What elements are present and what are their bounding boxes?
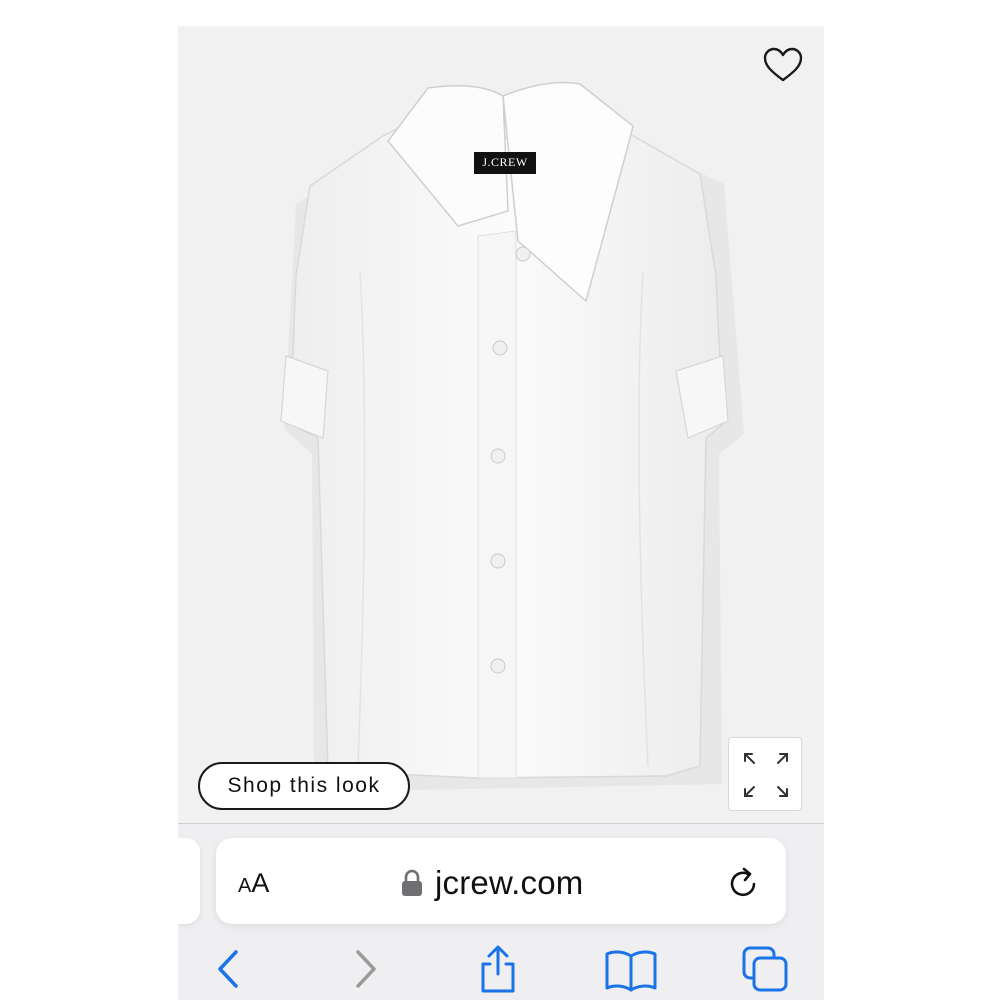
address-bar[interactable]: AA jcrew.com bbox=[216, 838, 786, 924]
phone-screen: J.CREW Shop this look AA jcrew.com bbox=[178, 26, 824, 1000]
brand-label: J.CREW bbox=[482, 155, 528, 169]
url-text: jcrew.com bbox=[435, 864, 584, 901]
expand-arrows-icon bbox=[744, 753, 788, 797]
heart-outline-icon[interactable] bbox=[762, 46, 804, 84]
book-icon[interactable] bbox=[603, 944, 659, 994]
lock-icon bbox=[402, 869, 422, 896]
shop-this-look-button[interactable]: Shop this look bbox=[198, 762, 410, 810]
url-display[interactable]: jcrew.com bbox=[401, 864, 584, 902]
shirt-illustration bbox=[280, 81, 744, 792]
tabs-icon[interactable] bbox=[738, 944, 794, 994]
browser-toolbar: AA jcrew.com bbox=[178, 824, 824, 1000]
product-image[interactable]: J.CREW bbox=[178, 26, 824, 824]
expand-image-button[interactable] bbox=[728, 737, 802, 811]
chevron-left-icon[interactable] bbox=[200, 944, 256, 994]
text-size-button[interactable]: AA bbox=[238, 868, 269, 899]
text-size-big-a: A bbox=[251, 868, 270, 898]
previous-tab-edge[interactable] bbox=[178, 838, 200, 924]
chevron-right-icon[interactable] bbox=[338, 944, 394, 994]
share-icon[interactable] bbox=[470, 944, 526, 994]
text-size-small-a: A bbox=[238, 875, 252, 897]
reload-icon[interactable] bbox=[724, 864, 764, 904]
